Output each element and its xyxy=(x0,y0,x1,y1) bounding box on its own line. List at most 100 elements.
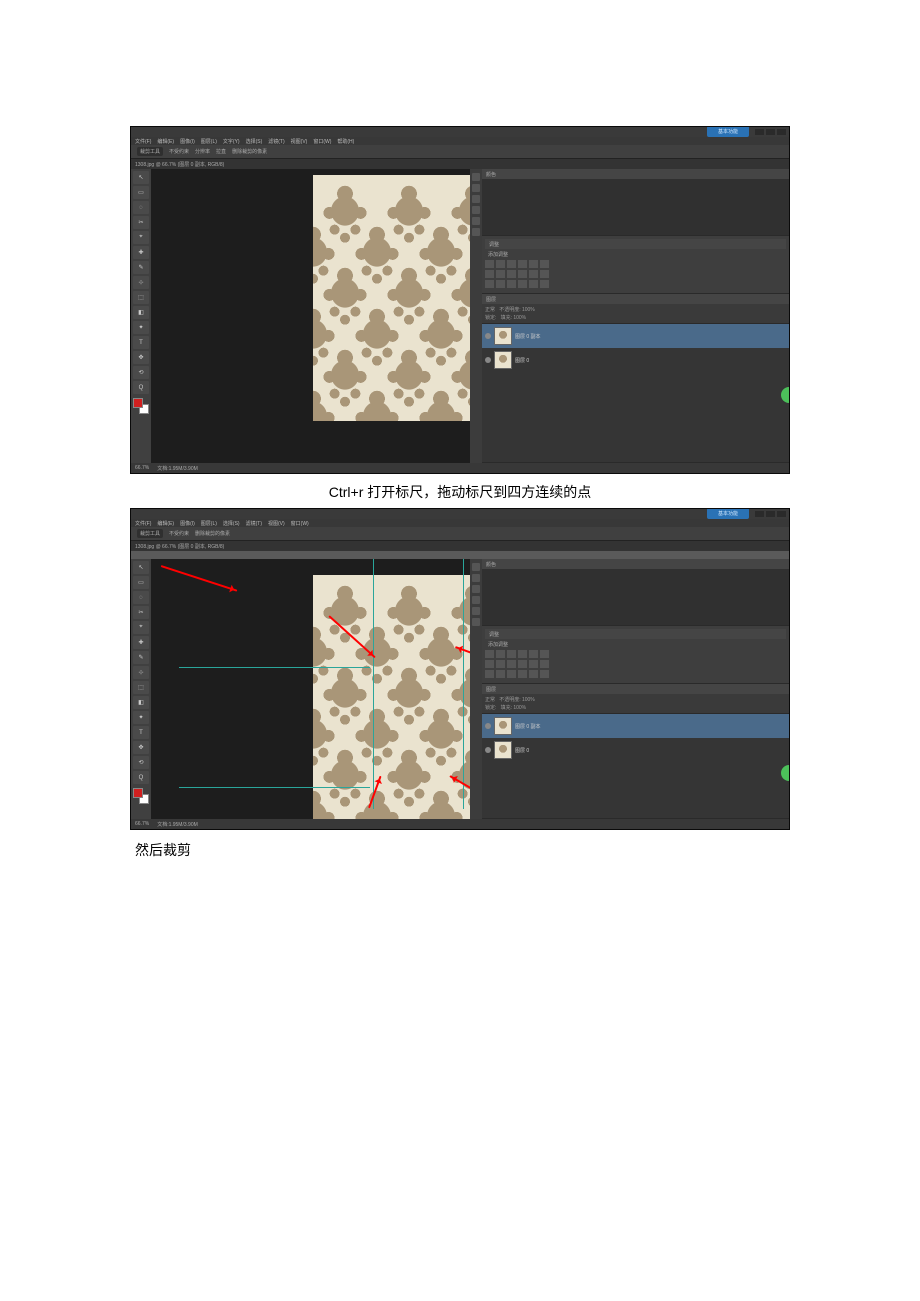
menubar[interactable]: 文件(F) 编辑(E) 图像(I) 图层(L) 选择(S) 滤镜(T) 视图(V… xyxy=(131,519,789,527)
layer-thumbnail[interactable] xyxy=(494,327,512,345)
layer-row[interactable]: 图层 0 副本 xyxy=(482,324,789,348)
lock[interactable]: 锁定: xyxy=(485,315,496,321)
adjustments-panel[interactable]: 调整 添加调整 xyxy=(482,236,789,294)
fill[interactable]: 填充: 100% xyxy=(501,315,527,321)
pen-tool[interactable]: ✦ xyxy=(133,711,149,724)
tool-preset[interactable]: 裁剪工具 xyxy=(137,529,163,538)
color-swatch[interactable] xyxy=(133,398,149,414)
menu-item[interactable]: 视图(V) xyxy=(291,138,308,145)
color-panel[interactable]: 颜色 xyxy=(482,169,789,236)
panel-title[interactable]: 图层 xyxy=(482,294,789,304)
canvas-area[interactable] xyxy=(151,169,470,463)
options-bar[interactable]: 裁剪工具 不受约束 删除裁剪的像素 xyxy=(131,527,789,541)
menu-item[interactable]: 图像(I) xyxy=(180,138,195,145)
menu-item[interactable]: 视图(V) xyxy=(268,520,285,527)
brush-tool[interactable]: ✎ xyxy=(133,261,149,274)
layer-name[interactable]: 图层 0 xyxy=(515,357,529,364)
hand-tool[interactable]: ⟲ xyxy=(133,366,149,379)
menu-item[interactable]: 帮助(H) xyxy=(337,138,354,145)
gradient-tool[interactable]: ◧ xyxy=(133,306,149,319)
menu-item[interactable]: 图层(L) xyxy=(201,520,217,527)
lasso-tool[interactable]: ◌ xyxy=(133,201,149,214)
panel-icon[interactable] xyxy=(472,195,480,203)
layer-list[interactable]: 图层 0 副本 图层 0 xyxy=(482,324,789,462)
panel-icon[interactable] xyxy=(472,173,480,181)
document-canvas[interactable] xyxy=(313,575,470,819)
opacity[interactable]: 不透明度: 100% xyxy=(499,697,535,703)
lasso-tool[interactable]: ◌ xyxy=(133,591,149,604)
layer-thumbnail[interactable] xyxy=(494,741,512,759)
marquee-tool[interactable]: ▭ xyxy=(133,576,149,589)
adjustments-panel[interactable]: 调整 添加调整 xyxy=(482,626,789,684)
layers-panel[interactable]: 图层 正常 不透明度: 100% 锁定: 填充: 100% 图层 0 副本 xyxy=(482,684,789,819)
guide-line[interactable] xyxy=(463,559,464,809)
panel-title[interactable]: 图层 xyxy=(482,684,789,694)
panel-icon[interactable] xyxy=(472,618,480,626)
move-tool[interactable]: ↖ xyxy=(133,561,149,574)
canvas-area[interactable] xyxy=(151,559,470,819)
menu-item[interactable]: 图像(I) xyxy=(180,520,195,527)
guide-line[interactable] xyxy=(179,787,370,788)
layers-panel[interactable]: 图层 正常 不透明度: 100% 锁定: 填充: 100% 图层 0 副本 xyxy=(482,294,789,463)
option[interactable]: 不受约束 xyxy=(169,148,189,155)
menu-item[interactable]: 编辑(E) xyxy=(157,138,174,145)
guide-line[interactable] xyxy=(179,667,370,668)
layer-name[interactable]: 图层 0 副本 xyxy=(515,723,541,730)
zoom-tool[interactable]: Q xyxy=(133,771,149,784)
marquee-tool[interactable]: ▭ xyxy=(133,186,149,199)
eraser-tool[interactable]: ⬚ xyxy=(133,291,149,304)
panel-icon-strip[interactable] xyxy=(470,169,482,463)
zoom-tool[interactable]: Q xyxy=(133,381,149,394)
color-swatch[interactable] xyxy=(133,788,149,804)
panel-icon-strip[interactable] xyxy=(470,559,482,819)
menubar[interactable]: 文件(F) 编辑(E) 图像(I) 图层(L) 文字(Y) 选择(S) 滤镜(T… xyxy=(131,137,789,145)
brush-tool[interactable]: ✎ xyxy=(133,651,149,664)
visibility-icon[interactable] xyxy=(485,333,491,339)
layer-thumbnail[interactable] xyxy=(494,351,512,369)
guide-line[interactable] xyxy=(373,559,374,809)
panel-icon[interactable] xyxy=(472,217,480,225)
panel-title[interactable]: 颜色 xyxy=(482,169,789,179)
panel-icon[interactable] xyxy=(472,596,480,604)
option[interactable]: 拉直 xyxy=(216,148,226,155)
heal-tool[interactable]: ✚ xyxy=(133,246,149,259)
menu-item[interactable]: 窗口(W) xyxy=(313,138,331,145)
hand-tool[interactable]: ⟲ xyxy=(133,756,149,769)
layer-row[interactable]: 图层 0 副本 xyxy=(482,714,789,738)
option[interactable]: 不受约束 xyxy=(169,530,189,537)
window-controls[interactable] xyxy=(755,129,786,135)
panel-icon[interactable] xyxy=(472,184,480,192)
blend-mode[interactable]: 正常 xyxy=(485,697,495,703)
option[interactable]: 删除裁剪的像素 xyxy=(232,148,267,155)
shape-tool[interactable]: ✥ xyxy=(133,741,149,754)
visibility-icon[interactable] xyxy=(485,357,491,363)
text-tool[interactable]: T xyxy=(133,336,149,349)
color-panel[interactable]: 颜色 xyxy=(482,559,789,626)
menu-item[interactable]: 窗口(W) xyxy=(291,520,309,527)
lock[interactable]: 锁定: xyxy=(485,705,496,711)
eyedropper-tool[interactable]: ⌖ xyxy=(133,231,149,244)
move-tool[interactable]: ↖ xyxy=(133,171,149,184)
opacity[interactable]: 不透明度: 100% xyxy=(499,307,535,313)
eraser-tool[interactable]: ⬚ xyxy=(133,681,149,694)
stamp-tool[interactable]: ⊹ xyxy=(133,666,149,679)
menu-item[interactable]: 滤镜(T) xyxy=(268,138,284,145)
document-tab[interactable]: 1308.jpg @ 66.7% (图层 0 副本, RGB/8) xyxy=(131,159,789,169)
menu-item[interactable]: 选择(S) xyxy=(223,520,240,527)
heal-tool[interactable]: ✚ xyxy=(133,636,149,649)
crop-tool[interactable]: ✂ xyxy=(133,216,149,229)
toolbar[interactable]: ↖ ▭ ◌ ✂ ⌖ ✚ ✎ ⊹ ⬚ ◧ ✦ T ✥ ⟲ Q xyxy=(131,169,151,463)
panel-icon[interactable] xyxy=(472,206,480,214)
gradient-tool[interactable]: ◧ xyxy=(133,696,149,709)
panel-title[interactable]: 调整 xyxy=(485,239,786,249)
pen-tool[interactable]: ✦ xyxy=(133,321,149,334)
stamp-tool[interactable]: ⊹ xyxy=(133,276,149,289)
panel-icon[interactable] xyxy=(472,228,480,236)
menu-item[interactable]: 文字(Y) xyxy=(223,138,240,145)
layer-row[interactable]: 图层 0 xyxy=(482,348,789,372)
panel-icon[interactable] xyxy=(472,563,480,571)
workspace-switcher[interactable]: 基本功能 xyxy=(707,126,749,137)
panel-icon[interactable] xyxy=(472,574,480,582)
zoom-level[interactable]: 66.7% xyxy=(135,465,149,471)
toolbar[interactable]: ↖ ▭ ◌ ✂ ⌖ ✚ ✎ ⊹ ⬚ ◧ ✦ T ✥ ⟲ Q xyxy=(131,559,151,819)
